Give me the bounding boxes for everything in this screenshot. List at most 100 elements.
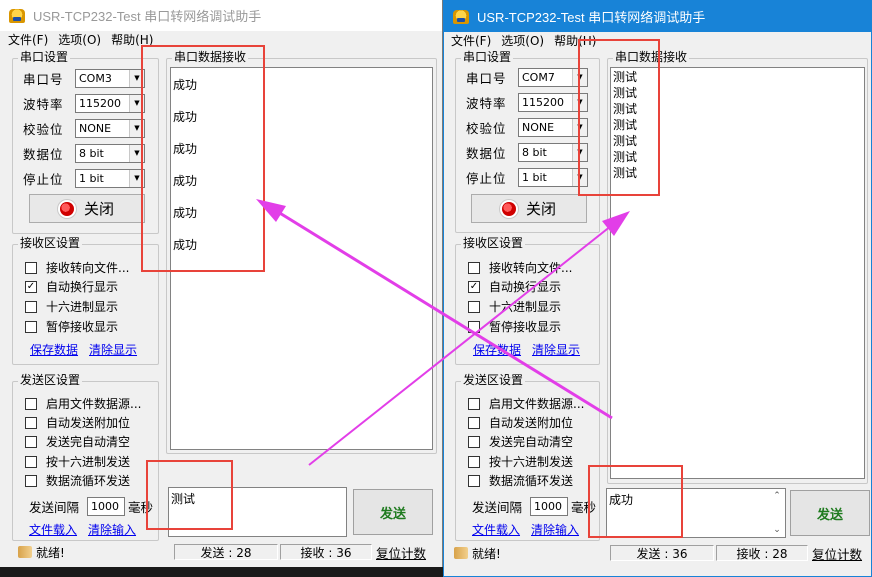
clear-input-link[interactable]: 清除输入: [88, 521, 136, 538]
close-port-button[interactable]: 关闭: [29, 194, 145, 223]
loop-send-option[interactable]: 数据流循环发送: [25, 471, 130, 490]
received-count: 接收 : 36: [280, 544, 372, 560]
left-titlebar: USR-TCP232-Test 串口转网络调试助手: [0, 0, 442, 31]
send-textarea[interactable]: 成功 ⌃ ⌄: [606, 488, 786, 538]
port-value: COM3: [79, 71, 112, 85]
auto-wrap-option[interactable]: ✓ 自动换行显示: [25, 277, 118, 296]
file-source-option[interactable]: 启用文件数据源...: [25, 394, 141, 413]
option-label: 十六进制显示: [46, 300, 119, 314]
scrollbar[interactable]: ⌃ ⌄: [771, 491, 783, 535]
stopbits-select[interactable]: 1 bit ▼: [518, 167, 588, 187]
close-port-button[interactable]: 关闭: [471, 194, 587, 223]
recv-line: 成功: [173, 206, 198, 220]
send-button[interactable]: 发送: [790, 490, 870, 536]
parity-select[interactable]: NONE ▼: [75, 118, 145, 138]
option-label: 暂停接收显示: [489, 320, 562, 334]
hex-display-option[interactable]: 十六进制显示: [468, 297, 561, 316]
checkbox[interactable]: [468, 435, 480, 448]
checkbox[interactable]: [468, 261, 480, 274]
databits-select[interactable]: 8 bit ▼: [518, 142, 588, 162]
group-title: 发送区设置: [461, 373, 526, 388]
checkbox[interactable]: [468, 416, 480, 429]
recv-line: 测试: [613, 150, 638, 164]
reset-count-link[interactable]: 复位计数: [376, 543, 426, 562]
checkbox[interactable]: [468, 320, 480, 333]
pause-display-option[interactable]: 暂停接收显示: [468, 317, 561, 336]
checkbox-checked[interactable]: ✓: [25, 280, 37, 293]
ready-status: 就绪!: [18, 544, 65, 561]
send-button[interactable]: 发送: [353, 489, 433, 535]
reset-count-link[interactable]: 复位计数: [812, 544, 862, 563]
checkbox-checked[interactable]: ✓: [468, 280, 480, 293]
baud-select[interactable]: 115200 ▼: [75, 93, 145, 113]
menu-help[interactable]: 帮助(H): [554, 32, 596, 51]
hex-display-option[interactable]: 十六进制显示: [25, 297, 118, 316]
file-source-option[interactable]: 启用文件数据源...: [468, 394, 584, 413]
option-label: 十六进制显示: [489, 300, 562, 314]
append-bit-option[interactable]: 自动发送附加位: [468, 413, 573, 432]
auto-clear-option[interactable]: 发送完自动清空: [25, 432, 130, 451]
option-label: 暂停接收显示: [46, 320, 119, 334]
checkbox[interactable]: [25, 416, 37, 429]
parity-value: NONE: [79, 121, 112, 135]
clear-display-link[interactable]: 清除显示: [89, 341, 137, 358]
checkbox[interactable]: [468, 397, 480, 410]
save-data-link[interactable]: 保存数据: [30, 341, 78, 358]
recv-area-group: 串口数据接收 测试 测试 测试 测试 测试 测试 测试: [607, 50, 868, 484]
save-data-link[interactable]: 保存数据: [473, 341, 521, 358]
pause-display-option[interactable]: 暂停接收显示: [25, 317, 118, 336]
port-select[interactable]: COM7 ▼: [518, 67, 588, 87]
app-icon: [9, 8, 25, 23]
checkbox[interactable]: [25, 455, 37, 468]
option-label: 自动换行显示: [46, 280, 119, 294]
scroll-up-icon[interactable]: ⌃: [771, 491, 783, 501]
file-load-link[interactable]: 文件载入: [29, 521, 77, 538]
menubar: 文件(F) 选项(O) 帮助(H): [0, 31, 442, 50]
scroll-down-icon[interactable]: ⌄: [771, 525, 783, 535]
checkbox[interactable]: [25, 261, 37, 274]
send-textarea[interactable]: 测试: [168, 487, 347, 537]
menu-help[interactable]: 帮助(H): [111, 31, 153, 50]
checkbox[interactable]: [468, 474, 480, 487]
app-icon: [453, 9, 469, 24]
checkbox[interactable]: [468, 300, 480, 313]
hex-send-option[interactable]: 按十六进制发送: [25, 452, 130, 471]
auto-wrap-option[interactable]: ✓ 自动换行显示: [468, 277, 561, 296]
recv-to-file-option[interactable]: 接收转向文件...: [25, 258, 129, 277]
databits-select[interactable]: 8 bit ▼: [75, 143, 145, 163]
port-select[interactable]: COM3 ▼: [75, 68, 145, 88]
checkbox[interactable]: [25, 300, 37, 313]
interval-input[interactable]: 1000: [530, 496, 569, 516]
checkbox[interactable]: [25, 397, 37, 410]
option-label: 启用文件数据源...: [489, 397, 585, 411]
recv-to-file-option[interactable]: 接收转向文件...: [468, 258, 572, 277]
port-row: 串口号 COM3 ▼: [23, 68, 145, 88]
send-settings-group: 发送区设置 启用文件数据源... 自动发送附加位 发送完自动清空 按十六进制发送…: [12, 373, 159, 541]
checkbox[interactable]: [25, 474, 37, 487]
recv-textarea[interactable]: 测试 测试 测试 测试 测试 测试 测试: [610, 67, 865, 479]
option-label: 数据流循环发送: [489, 474, 574, 488]
option-label: 发送完自动清空: [46, 435, 131, 449]
menu-file[interactable]: 文件(F): [451, 32, 491, 51]
auto-clear-option[interactable]: 发送完自动清空: [468, 432, 573, 451]
clear-display-link[interactable]: 清除显示: [532, 341, 580, 358]
checkbox[interactable]: [468, 455, 480, 468]
loop-send-option[interactable]: 数据流循环发送: [468, 471, 573, 490]
parity-select[interactable]: NONE ▼: [518, 117, 588, 137]
chevron-down-icon: ▼: [129, 94, 144, 112]
received-count: 接收 : 28: [716, 545, 808, 561]
option-label: 发送完自动清空: [489, 435, 574, 449]
menu-options[interactable]: 选项(O): [501, 32, 544, 51]
hex-send-option[interactable]: 按十六进制发送: [468, 452, 573, 471]
baud-select[interactable]: 115200 ▼: [518, 92, 588, 112]
interval-input[interactable]: 1000: [87, 496, 126, 516]
checkbox[interactable]: [25, 320, 37, 333]
file-load-link[interactable]: 文件载入: [472, 521, 520, 538]
recv-textarea[interactable]: 成功 成功 成功 成功 成功 成功: [170, 67, 433, 450]
stopbits-select[interactable]: 1 bit ▼: [75, 168, 145, 188]
checkbox[interactable]: [25, 435, 37, 448]
menu-file[interactable]: 文件(F): [8, 31, 48, 50]
append-bit-option[interactable]: 自动发送附加位: [25, 413, 130, 432]
menu-options[interactable]: 选项(O): [58, 31, 101, 50]
clear-input-link[interactable]: 清除输入: [531, 521, 579, 538]
